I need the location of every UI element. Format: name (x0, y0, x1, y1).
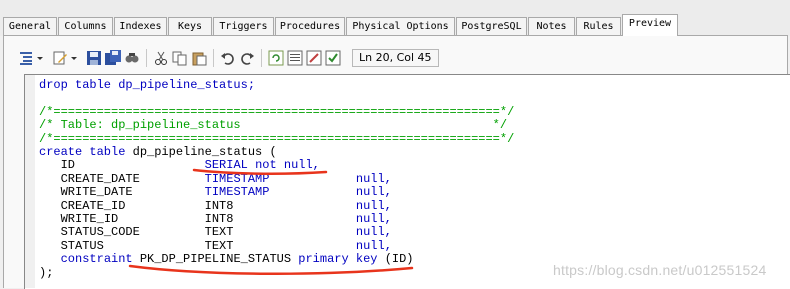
column-type: TEXT (204, 225, 234, 240)
red-underline-annotation (128, 264, 414, 276)
column-type: INT8 (204, 198, 234, 213)
cursor-position: Ln 20, Col 45 (352, 49, 439, 67)
save-all-icon[interactable] (105, 49, 121, 67)
tab-rules[interactable]: Rules (576, 17, 621, 35)
properties-icon[interactable] (306, 49, 322, 67)
column-type: TIMESTAMP (204, 185, 270, 200)
undo-icon[interactable] (220, 49, 236, 67)
toolbar-separator (213, 49, 214, 67)
check-icon[interactable] (325, 49, 341, 67)
column-nullability: null, (355, 238, 392, 253)
column-nullability: null, (355, 171, 392, 186)
sql-table-name: dp_pipeline_status ( (125, 145, 277, 160)
tab-postgresql[interactable]: PostgreSQL (456, 17, 527, 35)
column-nullability: null, (355, 198, 392, 213)
column-nullability: null, (355, 185, 392, 200)
sql-comment-line: /*======================================… (39, 131, 515, 146)
tab-physical-options[interactable]: Physical Options (346, 17, 455, 35)
red-underline-annotation (192, 168, 328, 175)
save-icon[interactable] (86, 49, 102, 67)
cut-icon[interactable] (153, 49, 169, 67)
tab-columns[interactable]: Columns (58, 17, 113, 35)
sql-comment-line: /* Table: dp_pipeline_status */ (39, 118, 508, 133)
toolbar: Ln 20, Col 45 (18, 47, 439, 69)
column-name: STATUS (60, 238, 104, 253)
column-name: CREATE_ID (60, 198, 126, 213)
sql-keyword: create table (39, 145, 126, 160)
watermark: https://blog.csdn.net/u012551524 (553, 262, 767, 278)
indent-icon[interactable] (18, 49, 34, 67)
toolbar-separator (146, 49, 147, 67)
column-nullability: null, (355, 225, 392, 240)
dropdown-icon[interactable] (71, 49, 78, 67)
find-icon[interactable] (124, 49, 140, 67)
column-name: WRITE_ID (60, 212, 119, 227)
column-nullability: null, (355, 212, 392, 227)
column-name: WRITE_DATE (60, 185, 133, 200)
tab-general[interactable]: General (3, 17, 57, 35)
paste-icon[interactable] (191, 49, 207, 67)
sql-close: ); (39, 265, 54, 280)
column-type: TEXT (204, 238, 234, 253)
column-name: CREATE_DATE (60, 171, 140, 186)
dropdown-icon[interactable] (37, 49, 44, 67)
editor-gutter (25, 75, 35, 288)
tab-triggers[interactable]: Triggers (213, 17, 274, 35)
column-name: ID (60, 158, 76, 173)
tab-procedures[interactable]: Procedures (275, 17, 345, 35)
column-type: INT8 (204, 212, 234, 227)
sql-keyword: constraint (60, 252, 133, 267)
copy-icon[interactable] (172, 49, 188, 67)
column-name: STATUS_CODE (60, 225, 140, 240)
toolbar-separator (261, 49, 262, 67)
tab-keys[interactable]: Keys (168, 17, 212, 35)
list-icon[interactable] (287, 49, 303, 67)
redo-icon[interactable] (239, 49, 255, 67)
refresh-icon[interactable] (268, 49, 284, 67)
sql-comment-line: /*======================================… (39, 104, 515, 119)
tab-preview[interactable]: Preview (622, 14, 678, 36)
tab-bar: General Columns Indexes Keys Triggers Pr… (0, 0, 790, 36)
tab-indexes[interactable]: Indexes (114, 17, 167, 35)
sql-code: drop table dp_pipeline_status; /*=======… (39, 78, 515, 280)
edit-icon[interactable] (52, 49, 68, 67)
tab-notes[interactable]: Notes (528, 17, 575, 35)
sql-line-drop: drop table dp_pipeline_status; (39, 78, 256, 92)
